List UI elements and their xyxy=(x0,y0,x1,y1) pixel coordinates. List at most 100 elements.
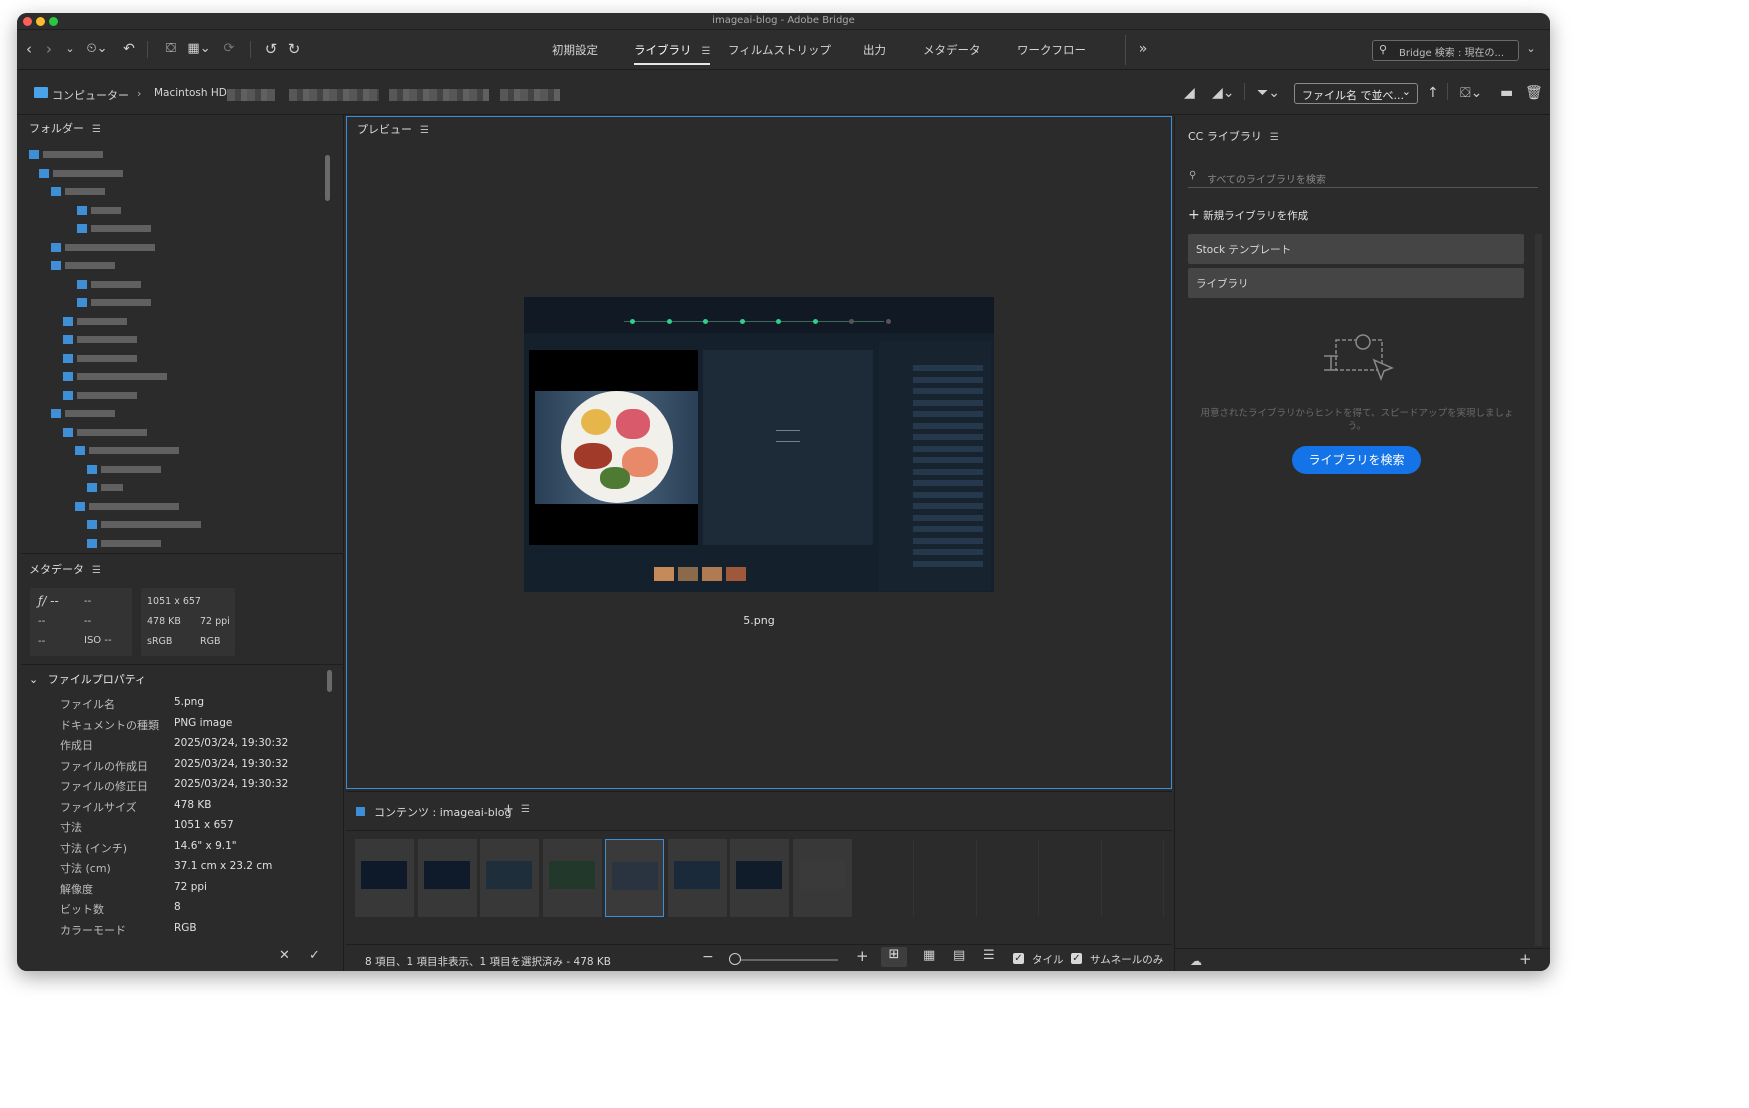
trash-icon[interactable]: 🗑 xyxy=(1525,85,1543,101)
content-thumbnail[interactable] xyxy=(480,839,539,917)
refine-icon[interactable]: ▦⌄ xyxy=(185,38,213,60)
content-thumbnail[interactable] xyxy=(730,839,789,917)
metadata-scrollbar[interactable] xyxy=(327,670,332,692)
library-search-input[interactable]: ⚲ すべてのライブラリを検索 xyxy=(1188,166,1538,188)
settings-row xyxy=(913,376,983,383)
empty-grid-cell xyxy=(1103,839,1164,917)
folder-tree[interactable] xyxy=(29,145,329,550)
workspace-tab[interactable]: 出力 xyxy=(863,42,886,58)
thumbnail-image xyxy=(798,861,845,889)
content-thumbnail[interactable] xyxy=(605,839,664,917)
add-icon[interactable]: + xyxy=(1519,950,1532,968)
rotate-left-icon[interactable]: ↺ xyxy=(262,38,280,60)
list-view-icon[interactable]: ☰ xyxy=(983,948,995,963)
rotate-right-icon[interactable]: ↻ xyxy=(285,38,303,60)
cloud-sync-icon[interactable]: ☁ xyxy=(1190,954,1202,968)
thumbnail-image xyxy=(612,862,658,890)
thumbnail-size-slider[interactable] xyxy=(730,959,838,961)
forward-icon[interactable]: › xyxy=(42,38,56,60)
back-icon[interactable]: ‹ xyxy=(22,38,36,60)
panel-menu-icon[interactable]: ☰ xyxy=(92,565,101,576)
details-view-icon[interactable]: ▤ xyxy=(953,948,965,963)
slider-handle[interactable] xyxy=(729,953,741,965)
content-thumbnail[interactable] xyxy=(792,839,852,917)
preview-image[interactable] xyxy=(524,297,994,592)
folder-icon xyxy=(63,335,73,344)
property-key: 解像度 xyxy=(60,882,93,896)
rating-filter-icon[interactable]: ◢⌄ xyxy=(1212,85,1235,101)
content-thumbnail[interactable] xyxy=(417,839,477,917)
search-libraries-button[interactable]: ライブラリを検索 xyxy=(1292,446,1421,474)
workspace-tab[interactable]: 初期設定 xyxy=(552,42,598,58)
folder-name-redacted xyxy=(89,447,179,454)
workspace-tab[interactable]: メタデータ xyxy=(923,42,981,58)
sync-icon[interactable]: ⟳ xyxy=(220,38,238,60)
new-folder-icon[interactable]: ▬ xyxy=(1500,85,1513,101)
property-value: PNG image xyxy=(174,716,233,729)
progress-step-dot xyxy=(776,319,781,324)
bridge-window: imageai-blog - Adobe Bridge ‹ › ⌄ ⏲⌄ ↶ ⛋… xyxy=(17,13,1550,971)
breadcrumb-redacted xyxy=(389,89,489,101)
camera-import-icon[interactable]: ⛋ xyxy=(162,38,180,60)
grid-view-icon[interactable]: ⊞ xyxy=(881,947,907,967)
folder-icon xyxy=(39,168,49,178)
folder-icon xyxy=(77,205,87,215)
library-item[interactable]: ライブラリ xyxy=(1188,268,1524,298)
create-library-button[interactable]: + 新規ライブラリを作成 xyxy=(1188,207,1308,223)
file-properties-header[interactable]: ⌄ ファイルプロパティ xyxy=(29,671,146,687)
folder-name-redacted xyxy=(91,206,121,214)
progress-step-dot xyxy=(739,319,745,324)
apply-icon[interactable]: ✓ xyxy=(309,948,320,963)
panel-menu-icon[interactable]: ☰ xyxy=(1270,132,1279,143)
content-thumbnail[interactable] xyxy=(355,839,414,917)
workspace-menu-icon[interactable]: ☰ xyxy=(702,46,711,57)
workspace-tab[interactable]: ライブラリ ☰ xyxy=(634,42,711,65)
folder-name-redacted xyxy=(77,354,137,362)
workspace-tab[interactable]: フィルムストリップ xyxy=(728,42,831,58)
recent-history-icon[interactable]: ⏲⌄ xyxy=(84,38,110,60)
library-scrollbar[interactable] xyxy=(1535,234,1542,946)
search-options-chevron-icon[interactable]: ⌄ xyxy=(1524,38,1538,60)
open-recent-icon[interactable]: ⛋⌄ xyxy=(1460,85,1482,101)
panel-title: プレビュー xyxy=(357,123,412,136)
sort-ascending-icon[interactable]: ↑ xyxy=(1427,85,1439,101)
sort-select[interactable]: ファイル名 で並べ... ⌄ xyxy=(1294,83,1418,104)
panel-menu-icon[interactable]: ☰ xyxy=(521,804,530,815)
active-tab-underline xyxy=(634,63,711,65)
breadcrumb-disk[interactable]: Macintosh HD xyxy=(154,87,227,99)
panel-menu-icon[interactable]: ☰ xyxy=(420,125,429,136)
content-thumbnail[interactable] xyxy=(542,839,602,917)
profile-value: sRGB xyxy=(147,636,173,647)
more-workspaces-icon[interactable]: » xyxy=(1134,38,1152,60)
filter-icon[interactable]: ⏷⌄ xyxy=(1257,85,1280,101)
panel-menu-icon[interactable]: ☰ xyxy=(92,124,101,135)
settings-row xyxy=(913,503,983,509)
content-thumbnail[interactable] xyxy=(667,839,727,917)
quality-icon[interactable]: ◢ xyxy=(1184,85,1195,101)
folder-scrollbar[interactable] xyxy=(325,155,330,201)
workspace-tab[interactable]: ワークフロー xyxy=(1017,42,1086,58)
flash-value: -- xyxy=(84,616,92,627)
tile-checkbox[interactable]: ✓ xyxy=(1013,953,1024,964)
property-value: 72 ppi xyxy=(174,880,207,893)
search-icon: ⚲ xyxy=(1189,170,1197,181)
zoom-out-icon[interactable]: − xyxy=(702,949,714,965)
focal-value: -- xyxy=(38,636,46,647)
breadcrumb-computer[interactable]: コンピューター xyxy=(52,87,129,103)
cancel-icon[interactable]: ✕ xyxy=(279,948,290,963)
bridge-search-input[interactable]: ⚲ Bridge 検索 : 現在の... xyxy=(1372,40,1519,61)
add-icon[interactable]: + xyxy=(503,802,514,817)
content-panel: コンテンツ : imageai-blog + ☰ 8 項目、1 項目非表示、1 … xyxy=(346,791,1172,971)
thumbnails-only-checkbox[interactable]: ✓ xyxy=(1071,953,1082,964)
zoom-in-icon[interactable]: + xyxy=(856,947,869,965)
folder-icon xyxy=(34,87,48,98)
return-icon[interactable]: ↶ xyxy=(121,38,137,60)
thumbnail-view-icon[interactable]: ▦ xyxy=(923,948,935,963)
folder-icon xyxy=(63,372,73,381)
library-item[interactable]: Stock テンプレート xyxy=(1188,234,1524,264)
preview-filename: 5.png xyxy=(743,614,775,627)
settings-row xyxy=(913,445,983,452)
preview-panel: プレビュー ☰ 5.png xyxy=(346,116,1172,789)
chevron-down-icon[interactable]: ⌄ xyxy=(63,38,77,60)
progress-step-dot xyxy=(630,319,635,324)
